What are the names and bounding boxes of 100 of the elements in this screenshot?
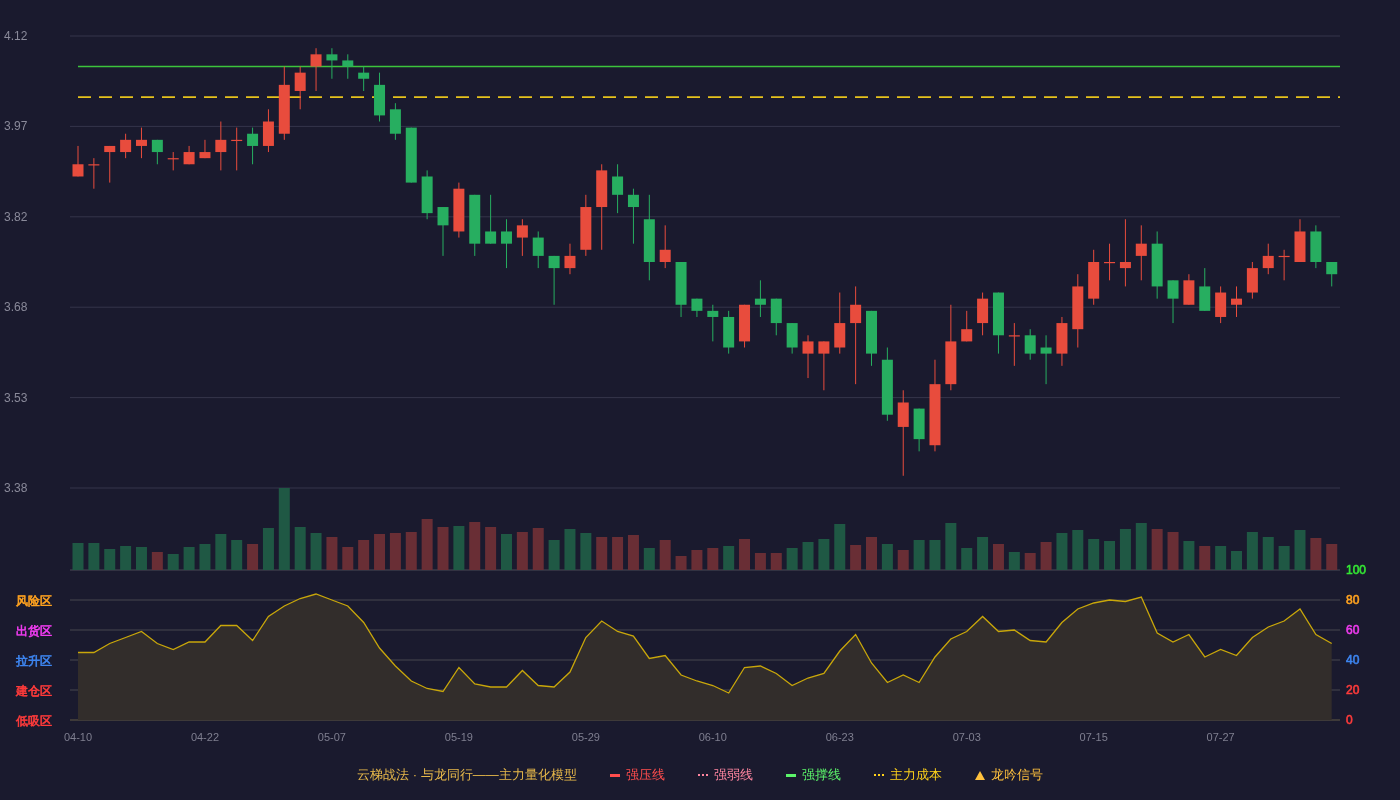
candlestick xyxy=(723,310,735,355)
candlestick xyxy=(167,151,179,171)
volume-bar xyxy=(739,539,751,570)
legend-item[interactable]: 强撑线 xyxy=(785,765,841,785)
volume-bar xyxy=(342,547,354,570)
volume-bar xyxy=(1231,551,1242,570)
volume-bar xyxy=(723,546,735,570)
legend-item[interactable]: 强弱线 xyxy=(697,765,753,785)
candlestick xyxy=(580,194,592,257)
candlestick xyxy=(1119,218,1131,287)
y-axis-label: 40 xyxy=(1346,653,1360,667)
candlestick xyxy=(818,340,830,391)
candlestick xyxy=(834,292,846,355)
candlestick xyxy=(786,322,798,355)
legend-item[interactable]: 龙吟信号 xyxy=(974,765,1043,785)
volume-bar xyxy=(881,544,893,570)
volume-bar xyxy=(1119,529,1131,570)
candlestick xyxy=(1215,285,1227,324)
candlestick xyxy=(1246,261,1258,300)
volume-bar xyxy=(707,548,719,570)
candlestick xyxy=(120,133,132,159)
candlestick xyxy=(104,145,116,184)
volume-bar xyxy=(72,543,84,570)
candlestick xyxy=(183,145,195,165)
x-axis-label: 05-07 xyxy=(317,731,346,743)
candlestick xyxy=(1278,249,1290,281)
volume-bar xyxy=(850,545,862,570)
volume-bar xyxy=(961,548,973,570)
y-axis-label: 3.38 xyxy=(4,481,28,495)
volume-bar xyxy=(929,540,941,570)
candlestick xyxy=(739,304,751,348)
candlestick xyxy=(1199,267,1211,312)
legend-item[interactable]: 主力成本 xyxy=(873,765,942,785)
volume-bar xyxy=(1262,537,1274,570)
volume-bar xyxy=(564,529,576,570)
zone-label: 低吸区 xyxy=(16,714,52,728)
volume-bar xyxy=(770,553,782,570)
volume-bar xyxy=(326,537,338,570)
volume-bar xyxy=(231,540,243,570)
candlestick xyxy=(992,292,1004,355)
candlestick xyxy=(516,218,528,257)
candlestick xyxy=(707,304,719,342)
volume-bar xyxy=(786,548,798,570)
volume-bar xyxy=(88,543,100,570)
volume-bar xyxy=(151,552,163,570)
legend-title: 云梯战法 · 与龙同行——主力量化模型 xyxy=(357,766,577,785)
candlestick xyxy=(485,194,497,245)
candlestick xyxy=(1088,249,1100,306)
x-axis-label: 07-15 xyxy=(1079,731,1108,743)
zone-label: 风险区 xyxy=(16,594,52,608)
volume-bar xyxy=(1183,541,1195,570)
candlestick xyxy=(88,157,100,190)
candlestick xyxy=(977,292,989,336)
volume-bar xyxy=(675,556,687,570)
y-axis-label: 3.68 xyxy=(4,300,28,315)
volume-bar xyxy=(1040,542,1052,570)
candlestick xyxy=(501,218,512,269)
volume-bar xyxy=(754,553,766,570)
volume-bar xyxy=(992,544,1004,570)
legend-item[interactable]: 强压线 xyxy=(609,765,665,785)
volume-bar xyxy=(120,546,132,570)
candlestick xyxy=(1151,230,1163,300)
candlestick xyxy=(627,188,639,245)
candlestick xyxy=(1310,224,1322,269)
y-axis-label: 80 xyxy=(1346,593,1360,607)
volume-bar xyxy=(215,534,227,570)
volume-bar xyxy=(136,547,147,570)
y-axis-label: 3.82 xyxy=(4,209,28,224)
candlestick xyxy=(469,194,481,257)
candlestick xyxy=(1294,218,1306,263)
volume-bar xyxy=(405,532,417,570)
volume-bar xyxy=(421,519,433,570)
x-axis-label: 07-27 xyxy=(1206,731,1235,743)
candlestick xyxy=(358,66,370,92)
volume-bar xyxy=(294,527,306,570)
volume-bar xyxy=(596,537,608,570)
volume-bar xyxy=(516,532,528,570)
volume-bar xyxy=(977,537,989,570)
candlestick xyxy=(199,139,211,159)
x-axis-label: 05-29 xyxy=(571,731,600,743)
volume-bar xyxy=(643,548,655,570)
candlestick xyxy=(1104,243,1116,281)
volume-bar xyxy=(834,524,846,570)
candlestick xyxy=(421,169,433,220)
candlestick xyxy=(1008,322,1020,367)
candlestick xyxy=(310,47,322,92)
x-axis-label: 07-03 xyxy=(952,731,981,743)
candlestick xyxy=(72,145,84,177)
volume-bar xyxy=(104,549,116,570)
candlestick xyxy=(326,47,338,80)
candlestick xyxy=(961,310,973,342)
volume-bar xyxy=(913,540,925,570)
volume-bar xyxy=(1151,529,1163,570)
candlestick xyxy=(136,127,147,159)
volume-bar xyxy=(358,540,370,570)
volume-bar xyxy=(183,547,195,570)
volume-bar xyxy=(1072,530,1084,570)
volume-bar xyxy=(469,522,481,570)
volume-bar xyxy=(1088,539,1100,570)
candlestick xyxy=(612,163,624,214)
